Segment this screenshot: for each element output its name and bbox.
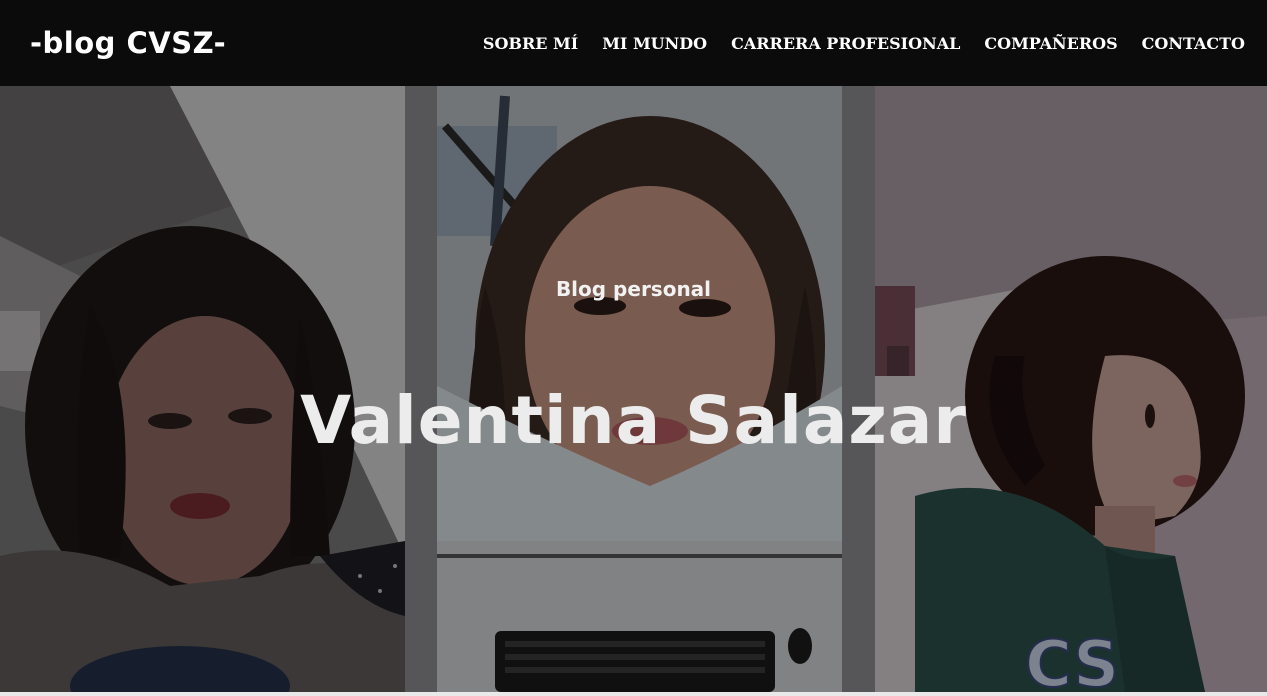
hero-title: Valentina Salazar [300, 382, 967, 459]
nav-link-contacto[interactable]: CONTACTO [1142, 34, 1245, 53]
nav-link-sobre-mi[interactable]: SOBRE MÍ [483, 34, 578, 53]
page-bottom-divider [0, 692, 1267, 696]
nav-link-mi-mundo[interactable]: MI MUNDO [602, 34, 707, 53]
nav-link-companeros[interactable]: COMPAÑEROS [984, 34, 1117, 53]
navbar: -blog CVSZ- SOBRE MÍ MI MUNDO CARRERA PR… [0, 0, 1267, 86]
hero-subtitle: Blog personal [555, 277, 712, 301]
nav-link-carrera-profesional[interactable]: CARRERA PROFESIONAL [731, 34, 960, 53]
brand-logo-link[interactable]: -blog CVSZ- [30, 26, 226, 60]
hero-section: CS Blog personal Valentina Salazar [0, 86, 1267, 692]
main-nav: SOBRE MÍ MI MUNDO CARRERA PROFESIONAL CO… [459, 34, 1245, 53]
